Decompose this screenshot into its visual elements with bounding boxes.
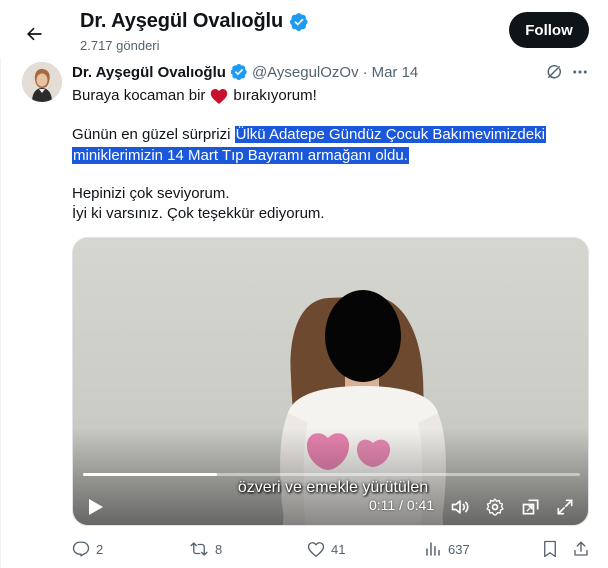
picture-in-picture-icon xyxy=(522,499,539,515)
selected-text: miniklerimizin 14 Mart Tıp Bayramı armağ… xyxy=(72,147,409,164)
author-handle[interactable]: @AysegulOzOv xyxy=(252,64,359,81)
back-button[interactable] xyxy=(18,18,50,50)
profile-name: Dr. Ayşegül Ovalıoğlu xyxy=(80,10,284,32)
tweet-text-part: Buraya kocaman bir xyxy=(72,87,206,104)
controls-overlay xyxy=(73,428,588,525)
repost-count: 8 xyxy=(215,541,223,557)
tweet-text-line: Buraya kocaman bir bırakıyorum! xyxy=(72,86,317,106)
fullscreen-icon xyxy=(557,499,573,515)
author-photo-icon xyxy=(22,62,62,102)
verified-badge-icon xyxy=(290,12,308,31)
video-subtitle: özveri ve emekle yürütülen xyxy=(237,479,429,496)
follow-button[interactable]: Follow xyxy=(509,12,589,48)
progress-bar[interactable] xyxy=(83,473,580,476)
tweet-text-line: Günün en güzel sürprizi Ülkü Adatepe Gün… xyxy=(72,125,546,145)
reply-icon xyxy=(72,541,90,557)
post-count: 2.717 gönderi xyxy=(80,38,160,53)
fullscreen-button[interactable] xyxy=(553,495,577,519)
settings-button[interactable] xyxy=(483,495,507,519)
video-player[interactable]: özveri ve emekle yürütülen 0:11 / 0:41 xyxy=(72,237,589,526)
progress-fill xyxy=(83,473,217,476)
avatar[interactable] xyxy=(22,62,62,102)
red-heart-icon xyxy=(211,88,228,104)
volume-icon xyxy=(451,500,469,514)
share-button[interactable] xyxy=(572,538,590,560)
tweet-text-line: miniklerimizin 14 Mart Tıp Bayramı armağ… xyxy=(72,146,409,166)
views-button[interactable]: 637 xyxy=(424,538,470,560)
volume-button[interactable] xyxy=(448,495,472,519)
share-icon xyxy=(574,541,588,556)
heart-outline-icon xyxy=(307,541,325,557)
reply-button[interactable]: 2 xyxy=(72,538,103,560)
grok-button[interactable] xyxy=(543,61,565,83)
tweet-text-part: bırakıyorum! xyxy=(233,87,317,104)
repost-icon xyxy=(190,542,208,556)
tweet-text-line: İyi ki varsınız. Çok teşekkür ediyorum. xyxy=(72,205,325,222)
play-button[interactable] xyxy=(83,494,109,520)
profile-header-name: Dr. Ayşegül Ovalıoğlu xyxy=(80,10,309,33)
bookmark-button[interactable] xyxy=(542,538,558,560)
repost-button[interactable]: 8 xyxy=(189,538,222,560)
views-count: 637 xyxy=(448,541,470,557)
play-icon xyxy=(89,499,103,515)
arrow-left-icon xyxy=(27,27,42,41)
separator-dot: · xyxy=(362,63,368,81)
selected-text: Ülkü Adatepe Gündüz Çocuk Bakımevimizdek… xyxy=(234,126,546,143)
more-options-button[interactable] xyxy=(569,61,591,83)
tweet-text-line: Hepinizi çok seviyorum. xyxy=(72,185,230,202)
like-button[interactable]: 41 xyxy=(307,538,345,560)
bar-chart-icon xyxy=(426,542,440,556)
video-time: 0:11 / 0:41 xyxy=(369,497,435,513)
tweet-date[interactable]: Mar 14 xyxy=(372,64,419,81)
like-count: 41 xyxy=(331,541,346,557)
gear-icon xyxy=(486,498,504,516)
more-horizontal-icon xyxy=(573,70,587,74)
bookmark-icon xyxy=(544,540,556,558)
pip-button[interactable] xyxy=(519,495,543,519)
verified-badge-icon xyxy=(230,63,247,81)
tweet-author-line: Dr. Ayşegül Ovalıoğlu @AysegulOzOv · Mar… xyxy=(72,63,418,81)
author-name[interactable]: Dr. Ayşegül Ovalıoğlu xyxy=(72,64,226,81)
reply-count: 2 xyxy=(96,541,104,557)
grok-icon xyxy=(547,65,561,79)
tweet-text-part: Günün en güzel sürprizi xyxy=(72,126,231,143)
